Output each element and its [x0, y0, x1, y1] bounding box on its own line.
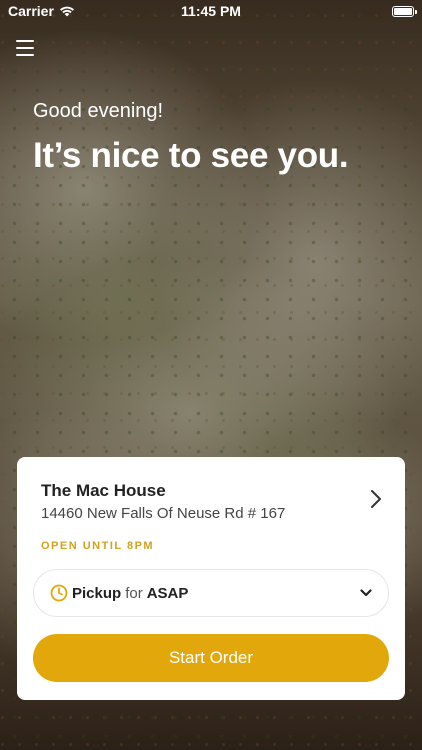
store-hours: OPEN UNTIL 8PM [41, 540, 155, 552]
clock-icon [50, 584, 68, 602]
pickup-mode: Pickup [72, 584, 122, 602]
status-left: Carrier [8, 3, 75, 19]
chevron-down-icon [360, 589, 372, 597]
pickup-for-label: for [125, 584, 143, 602]
wifi-icon [59, 6, 74, 17]
carrier-label: Carrier [8, 3, 54, 19]
hamburger-menu-icon[interactable] [16, 40, 34, 56]
store-address[interactable]: 14460 New Falls Of Neuse Rd # 167 [41, 505, 285, 522]
pickup-time: ASAP [146, 584, 189, 602]
clock-time: 11:45 PM [181, 3, 241, 19]
start-order-button[interactable]: Start Order [33, 634, 389, 682]
store-card: The Mac House 14460 New Falls Of Neuse R… [17, 457, 405, 700]
pickup-summary: Pickup for ASAP [72, 585, 188, 602]
menu-line [16, 40, 34, 42]
chevron-right-icon[interactable] [369, 489, 383, 509]
battery-level [394, 7, 412, 15]
menu-line [16, 47, 34, 49]
status-bar: Carrier 11:45 PM [0, 0, 422, 22]
greeting-text: Good evening! [33, 100, 164, 122]
headline-text: It’s nice to see you. [33, 136, 349, 175]
store-name[interactable]: The Mac House [41, 481, 166, 501]
menu-line [16, 54, 34, 56]
pickup-time-select[interactable]: Pickup for ASAP [33, 569, 389, 617]
battery-icon [392, 5, 417, 17]
